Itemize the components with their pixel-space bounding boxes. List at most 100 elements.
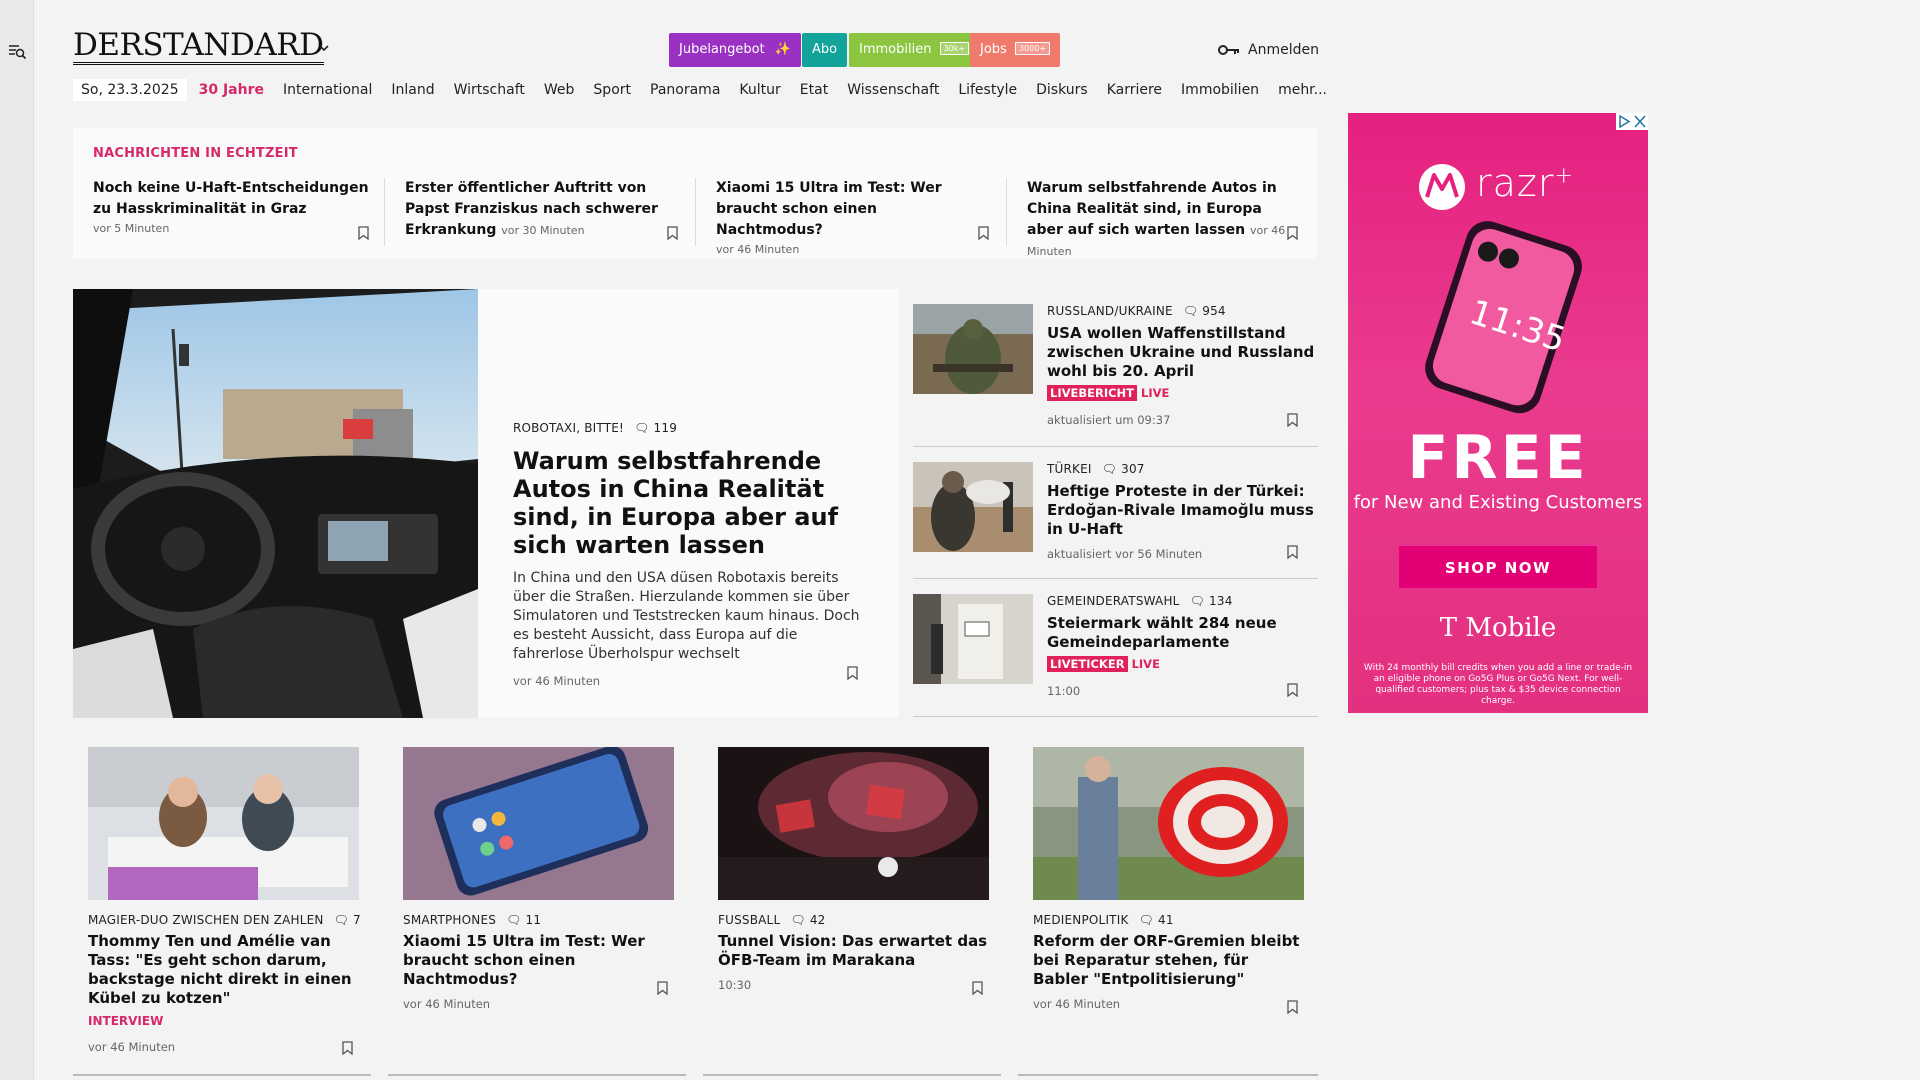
bookmark-icon[interactable] (972, 981, 983, 995)
comment-count: 42 (809, 913, 826, 927)
story-card[interactable]: MAGIER-DUO ZWISCHEN DEN ZAHLEN 🗨 7 Thomm… (88, 747, 361, 1055)
jobs-button[interactable]: Jobs 3000+ (970, 33, 1061, 67)
search-menu-icon[interactable] (9, 44, 27, 60)
live-news-item[interactable]: Erster öffentlicher Auftritt von Papst F… (384, 178, 681, 246)
advertisement[interactable]: razr+ 11:35 FREE for New and Existing Cu… (1348, 113, 1648, 713)
liveticker-tag: LIVEBERICHT (1047, 385, 1138, 401)
divider (913, 716, 1318, 717)
lead-kicker: ROBOTAXI, BITTE! 🗨 119 (513, 421, 871, 435)
bookmark-icon[interactable] (1287, 226, 1298, 240)
side-time: 11:00 (1047, 684, 1081, 698)
nav-item-inland[interactable]: Inland (391, 82, 434, 98)
live-badge: LIVE (1141, 386, 1170, 400)
close-icon[interactable] (1632, 113, 1648, 130)
nav-item-lifestyle[interactable]: Lifestyle (958, 82, 1017, 98)
side-story-text: TÜRKEI 🗨 307 Heftige Proteste in der Tür… (1047, 462, 1315, 561)
live-news-item[interactable]: Warum selbstfahrende Autos in China Real… (1006, 178, 1306, 258)
bookmark-icon[interactable] (342, 1041, 353, 1055)
nav-item-30-jahre[interactable]: 30 Jahre (199, 82, 264, 98)
bookmark-icon[interactable] (1287, 413, 1298, 427)
live-news-title: NACHRICHTEN IN ECHTZEIT (93, 146, 298, 161)
left-rail (0, 0, 34, 1080)
jubelangebot-button[interactable]: Jubelangebot ✨ (669, 33, 802, 67)
bookmark-icon[interactable] (1287, 683, 1298, 697)
nav-item-wissenschaft[interactable]: Wissenschaft (847, 82, 939, 98)
live-news-time: vor 30 Minuten (501, 224, 585, 237)
pill-label: Jobs (980, 42, 1007, 57)
kicker-label: FUSSBALL (718, 913, 781, 927)
comment-icon: 🗨 (790, 913, 806, 927)
comment-count: 954 (1202, 304, 1226, 318)
kicker-label: ROBOTAXI, BITTE! (513, 421, 625, 435)
story-card-image[interactable] (718, 747, 989, 900)
bookmark-icon[interactable] (667, 226, 678, 240)
side-story-text: RUSSLAND/UKRAINE 🗨 954 USA wollen Waffen… (1047, 304, 1315, 427)
live-badge: LIVE (1131, 657, 1160, 671)
nav-item-etat[interactable]: Etat (800, 82, 828, 98)
card-headline[interactable]: Xiaomi 15 Ultra im Test: Wer braucht sch… (403, 932, 675, 989)
side-story[interactable]: GEMEINDERATSWAHL 🗨 134 Steiermark wählt … (913, 594, 1318, 704)
ad-headline: FREE (1407, 423, 1589, 493)
nav-item-kultur[interactable]: Kultur (739, 82, 780, 98)
lead-story-image[interactable] (73, 289, 478, 718)
side-story-image[interactable] (913, 304, 1033, 394)
side-story-image[interactable] (913, 594, 1033, 684)
login-button[interactable]: Anmelden (1218, 39, 1319, 61)
card-time: vor 46 Minuten (1033, 997, 1121, 1011)
story-card[interactable]: SMARTPHONES 🗨 11 Xiaomi 15 Ultra im Test… (403, 747, 675, 1011)
nav-item-international[interactable]: International (283, 82, 372, 98)
story-card-image[interactable] (1033, 747, 1304, 900)
divider (913, 446, 1318, 447)
live-news-time: vor 5 Minuten (93, 222, 170, 235)
live-news-headline: Warum selbstfahrende Autos in China Real… (1027, 178, 1288, 262)
shop-now-button[interactable]: SHOP NOW (1397, 544, 1599, 590)
side-time: aktualisiert um 09:37 (1047, 413, 1171, 427)
card-headline[interactable]: Tunnel Vision: Das erwartet das ÖFB-Team… (718, 932, 990, 970)
bookmark-icon[interactable] (657, 981, 668, 995)
side-headline[interactable]: Heftige Proteste in der Türkei: Erdoğan-… (1047, 482, 1315, 539)
bookmark-icon[interactable] (1287, 545, 1298, 559)
ad-choices-icon[interactable] (1616, 113, 1632, 130)
bookmark-icon[interactable] (847, 666, 858, 680)
story-card[interactable]: FUSSBALL 🗨 42 Tunnel Vision: Das erwarte… (718, 747, 990, 995)
ad-advertiser: T Mobile (1439, 613, 1557, 643)
ad-choices[interactable] (1616, 113, 1648, 130)
card-time: 10:30 (718, 978, 752, 992)
story-card-image[interactable] (88, 747, 359, 900)
nav-item-sport[interactable]: Sport (593, 82, 631, 98)
lead-story[interactable]: ROBOTAXI, BITTE! 🗨 119 Warum selbstfahre… (73, 289, 899, 718)
nav-item-mehr[interactable]: mehr... (1278, 82, 1327, 98)
side-story-image[interactable] (913, 462, 1033, 552)
story-card[interactable]: MEDIENPOLITIK 🗨 41 Reform der ORF-Gremie… (1033, 747, 1305, 1014)
nav-item-karriere[interactable]: Karriere (1107, 82, 1162, 98)
bookmark-icon[interactable] (358, 226, 369, 240)
nav-item-diskurs[interactable]: Diskurs (1036, 82, 1088, 98)
bookmark-icon[interactable] (1287, 1000, 1298, 1014)
card-kicker: FUSSBALL 🗨 42 (718, 913, 990, 927)
card-headline[interactable]: Thommy Ten und Amélie van Tass: "Es geht… (88, 932, 360, 1008)
live-news-item[interactable]: Noch keine U-Haft-Entscheidungen zu Hass… (93, 178, 390, 246)
comment-count: 7 (353, 913, 361, 927)
side-headline[interactable]: Steiermark wählt 284 neue Gemeindeparlam… (1047, 614, 1315, 652)
lead-time: vor 46 Minuten (513, 674, 601, 688)
nav-item-web[interactable]: Web (544, 82, 575, 98)
nav-item-wirtschaft[interactable]: Wirtschaft (454, 82, 525, 98)
ad-fine-print: With 24 monthly bill credits when you ad… (1363, 663, 1633, 706)
bookmark-icon[interactable] (978, 226, 989, 240)
chevron-down-icon[interactable] (318, 43, 330, 53)
live-news-item[interactable]: Xiaomi 15 Ultra im Test: Wer braucht sch… (695, 178, 992, 256)
side-headline[interactable]: USA wollen Waffenstillstand zwischen Ukr… (1047, 324, 1315, 381)
abo-button[interactable]: Abo (802, 33, 848, 67)
nav-item-immobilien[interactable]: Immobilien (1181, 82, 1259, 98)
immobilien-button[interactable]: Immobilien 30k+ (849, 33, 980, 67)
lead-headline[interactable]: Warum selbstfahrende Autos in China Real… (513, 447, 871, 559)
pill-label: Abo (812, 42, 838, 57)
side-story[interactable]: TÜRKEI 🗨 307 Heftige Proteste in der Tür… (913, 462, 1318, 572)
story-card-image[interactable] (403, 747, 674, 900)
site-logo[interactable]: DERSTANDARD (73, 28, 324, 65)
nav-item-panorama[interactable]: Panorama (650, 82, 720, 98)
card-headline[interactable]: Reform der ORF-Gremien bleibt bei Repara… (1033, 932, 1305, 989)
phone-image: 11:35 (1425, 221, 1582, 414)
live-news-headline: Xiaomi 15 Ultra im Test: Wer braucht sch… (716, 180, 942, 238)
side-story[interactable]: RUSSLAND/UKRAINE 🗨 954 USA wollen Waffen… (913, 304, 1318, 434)
